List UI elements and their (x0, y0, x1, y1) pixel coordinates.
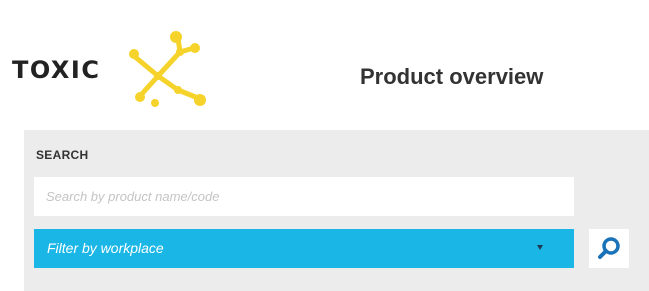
search-button[interactable] (589, 229, 629, 268)
search-input[interactable] (34, 177, 574, 216)
caret-down-icon (537, 245, 543, 250)
logo-molecule-icon (129, 31, 206, 107)
page: TOXIC Product overview SEARCH Search by … (0, 0, 649, 291)
page-title: Product overview (360, 64, 544, 89)
search-heading: SEARCH (36, 148, 89, 162)
workplace-filter-select[interactable]: Filter by workplace (34, 229, 574, 268)
workplace-filter-label: Filter by workplace (47, 240, 164, 256)
toxic-logo[interactable]: TOXIC (12, 30, 212, 110)
search-icon (598, 237, 620, 259)
search-panel: SEARCH Filter by workplace (24, 130, 649, 291)
logo-text: TOXIC (12, 56, 101, 84)
